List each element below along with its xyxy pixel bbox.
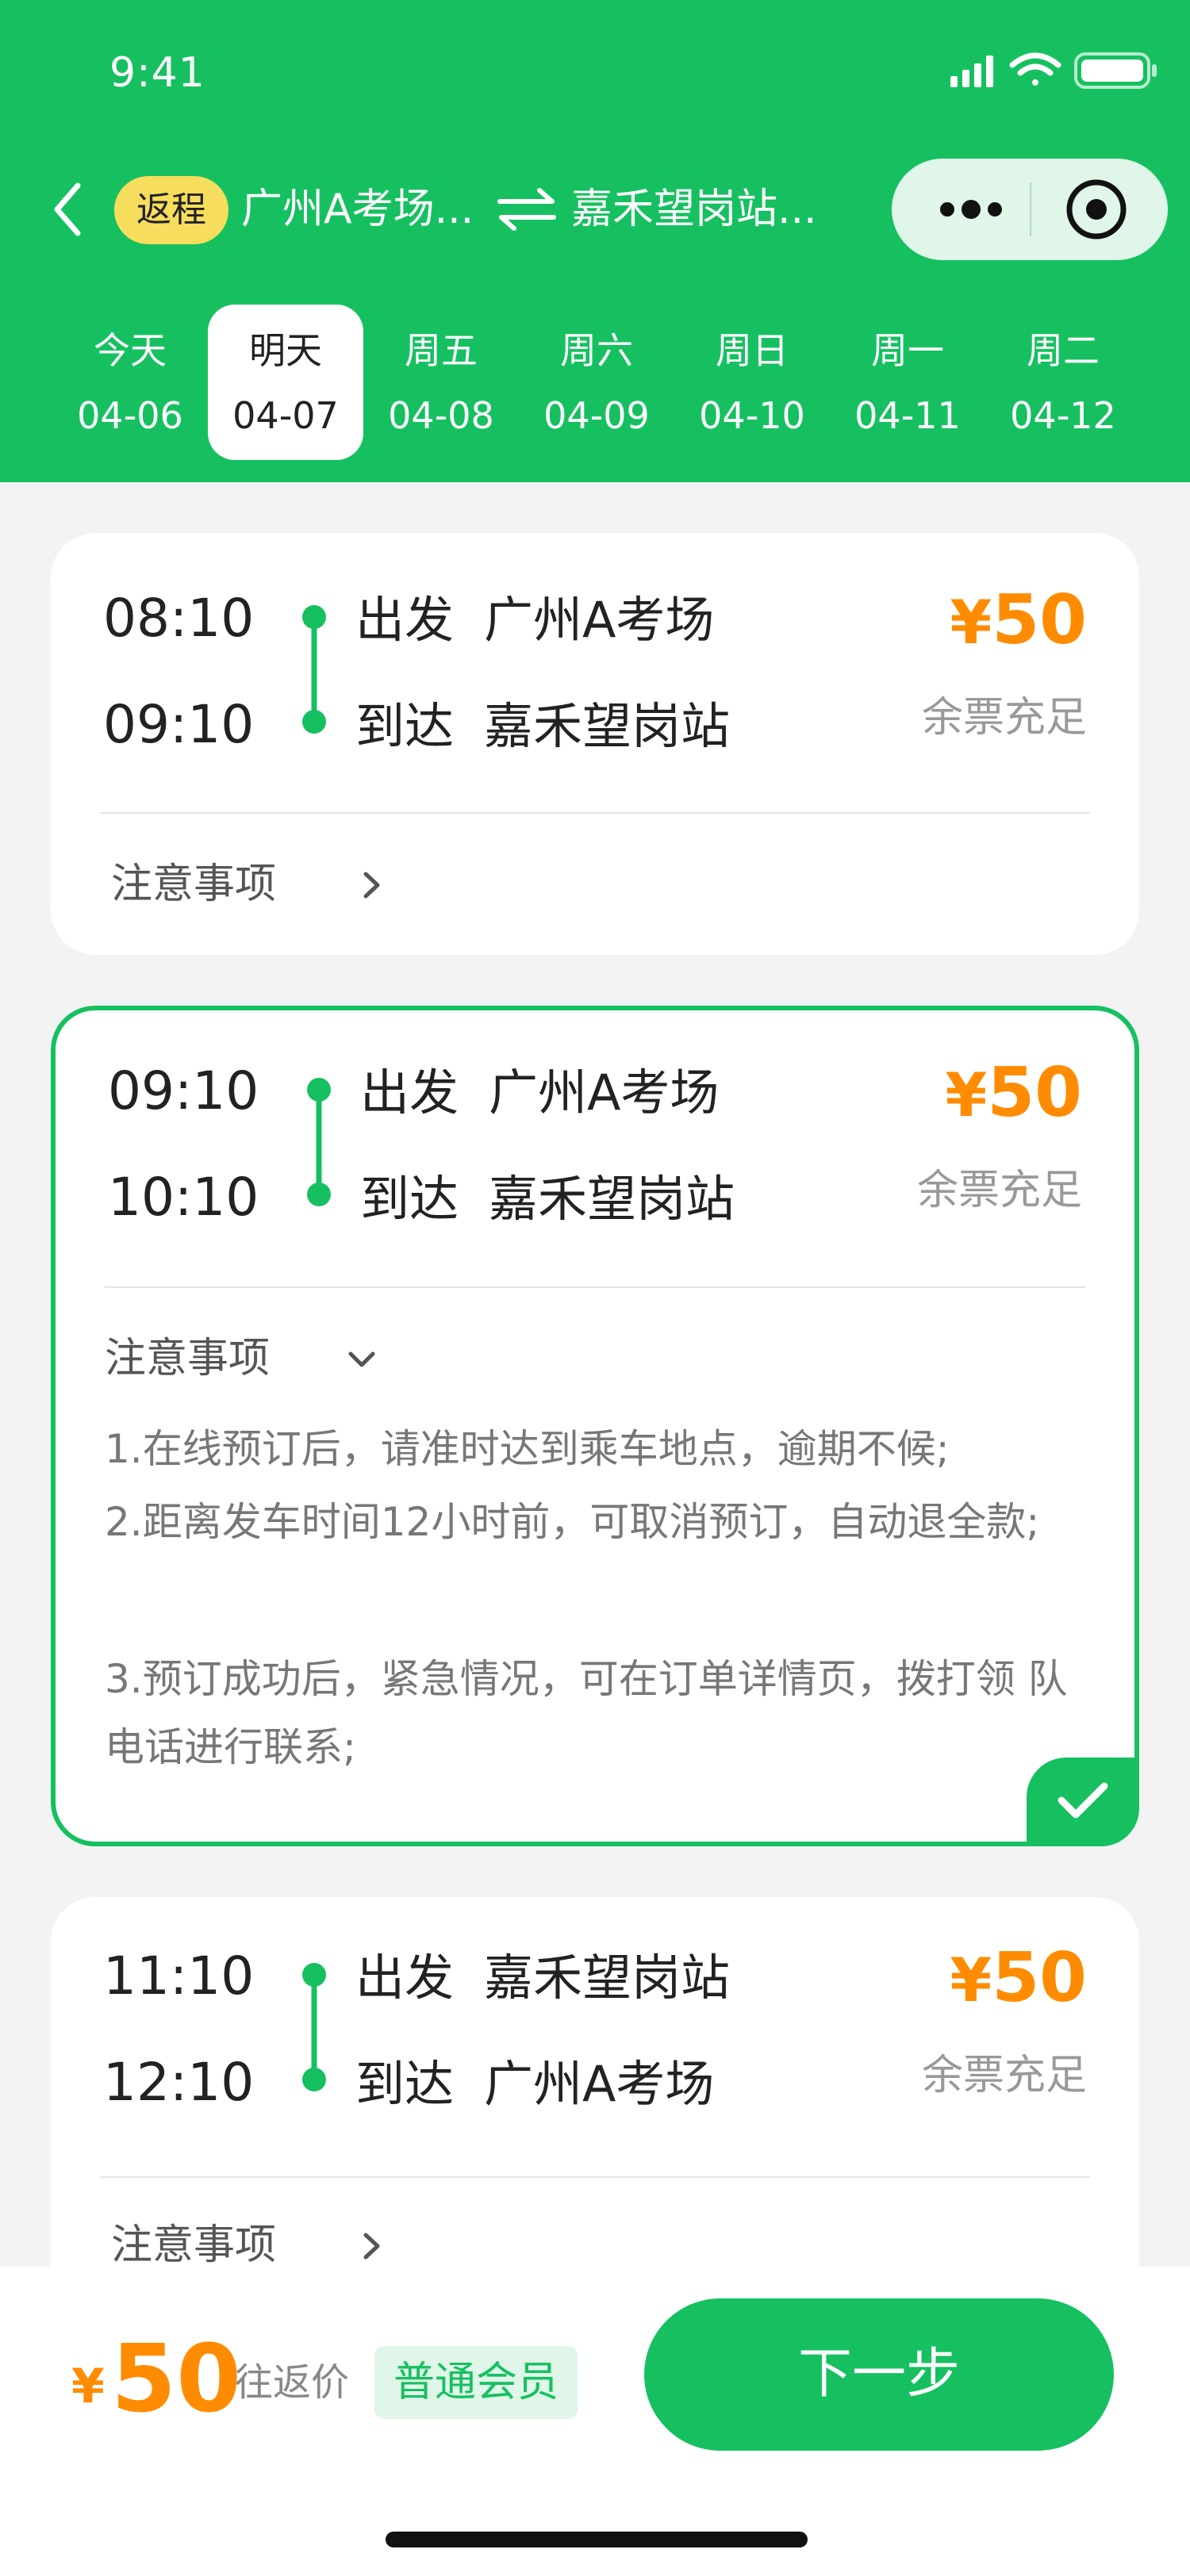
price-value: 50 <box>992 581 1087 660</box>
availability-status: 余票充足 <box>921 694 1087 742</box>
route-to[interactable]: 嘉禾望岗站... <box>571 181 841 238</box>
signal-icon <box>950 56 993 87</box>
wifi-icon <box>1009 52 1061 86</box>
date-tab-2[interactable]: 周五 04-08 <box>363 305 519 460</box>
date-tab-date: 04-07 <box>232 394 339 437</box>
notice-toggle[interactable]: 注意事项 <box>105 1331 270 1386</box>
depart-time: 11:10 <box>103 1945 255 2007</box>
availability-status: 余票充足 <box>921 2052 1087 2099</box>
date-tab-day: 周二 <box>1027 329 1100 372</box>
date-tab-day: 明天 <box>249 329 322 372</box>
total-label: 往返价 <box>235 2360 350 2405</box>
availability-status: 余票充足 <box>916 1167 1082 1214</box>
ticket-price: ¥50 <box>950 1938 1087 2020</box>
header: 9:41 返程 广州A考场... 嘉禾望岗站... 今天 04-06 明天 04… <box>0 0 1190 482</box>
arrive-time: 09:10 <box>103 694 255 755</box>
depart-station: 广州A考场 <box>489 1064 720 1121</box>
depart-station: 嘉禾望岗站 <box>484 1949 731 2007</box>
date-tab-day: 今天 <box>94 329 167 372</box>
arrive-station: 嘉禾望岗站 <box>484 697 731 755</box>
currency-symbol: ¥ <box>950 587 992 657</box>
home-indicator <box>386 2532 808 2547</box>
route-line-icon <box>302 1963 326 2091</box>
date-tab-date: 04-11 <box>854 394 961 437</box>
capsule-divider <box>1030 182 1031 236</box>
price-value: 50 <box>987 1053 1082 1133</box>
date-tab-date: 04-10 <box>699 394 805 437</box>
member-badge: 普通会员 <box>374 2346 578 2419</box>
trip-type-badge: 返程 <box>114 176 228 244</box>
notice-item: 2.距离发车时间12小时前，可取消预订，自动退全款; <box>105 1499 1040 1545</box>
depart-time: 08:10 <box>103 588 255 649</box>
close-target-icon[interactable] <box>1063 176 1130 243</box>
date-tab-day: 周五 <box>405 329 478 372</box>
date-tab-4[interactable]: 周日 04-10 <box>674 305 830 460</box>
date-tab-0[interactable]: 今天 04-06 <box>52 305 208 460</box>
next-step-button[interactable]: 下一步 <box>644 2298 1114 2451</box>
arrive-time: 12:10 <box>103 2052 255 2113</box>
depart-label: 出发 <box>355 591 455 649</box>
arrive-time: 10:10 <box>108 1167 259 1228</box>
date-tab-day: 周六 <box>560 329 633 372</box>
price-value: 50 <box>992 1938 1087 2018</box>
mini-program-capsule <box>892 159 1168 260</box>
arrive-label: 到达 <box>355 2055 455 2113</box>
currency-symbol: ¥ <box>950 1945 992 2015</box>
currency-symbol: ¥ <box>945 1060 988 1130</box>
trip-card-selected[interactable]: 09:10 10:10 出发 广州A考场 到达 嘉禾望岗站 ¥50 余票充足 注… <box>51 1006 1139 1846</box>
arrive-label: 到达 <box>355 697 455 755</box>
date-tab-day: 周一 <box>871 329 944 372</box>
chevron-down-icon[interactable] <box>346 1344 378 1375</box>
depart-station: 广州A考场 <box>484 591 715 649</box>
card-divider <box>105 1286 1085 1288</box>
status-time: 9:41 <box>109 49 205 97</box>
depart-label: 出发 <box>355 1949 455 2007</box>
back-arrow-icon[interactable] <box>46 178 94 241</box>
more-icon[interactable] <box>931 186 1011 233</box>
card-divider <box>100 2176 1090 2178</box>
notice-toggle[interactable]: 注意事项 <box>111 2218 276 2273</box>
date-tab-3[interactable]: 周六 04-09 <box>519 305 674 460</box>
status-icons <box>950 52 1157 89</box>
total-price: 50 <box>111 2324 242 2433</box>
check-icon <box>1058 1782 1108 1819</box>
route-line-icon <box>302 605 326 734</box>
arrive-station: 嘉禾望岗站 <box>489 1170 735 1228</box>
date-tab-date: 04-12 <box>1010 394 1116 437</box>
date-tab-day: 周日 <box>716 329 789 372</box>
notice-item: 1.在线预订后，请准时达到乘车地点，逾期不候; <box>105 1426 950 1472</box>
bottom-bar: ¥ 50 往返价 普通会员 下一步 <box>0 2267 1190 2576</box>
ticket-price: ¥50 <box>950 581 1087 662</box>
depart-time: 09:10 <box>108 1060 259 1121</box>
route-from[interactable]: 广州A考场... <box>241 181 495 238</box>
depart-label: 出发 <box>360 1064 459 1121</box>
date-tab-date: 04-08 <box>388 394 494 437</box>
notice-toggle[interactable]: 注意事项 <box>111 857 276 912</box>
selected-check-badge <box>1027 1758 1139 1846</box>
swap-route-icon[interactable] <box>495 186 559 233</box>
battery-icon <box>1074 52 1157 89</box>
date-tab-date: 04-09 <box>543 394 650 437</box>
chevron-right-icon[interactable] <box>355 869 387 901</box>
arrive-label: 到达 <box>360 1170 459 1228</box>
route-line-icon <box>307 1078 331 1206</box>
card-divider <box>100 812 1090 814</box>
chevron-right-icon[interactable] <box>355 2230 387 2262</box>
trip-card[interactable]: 11:10 12:10 出发 嘉禾望岗站 到达 广州A考场 ¥50 余票充足 注… <box>51 1897 1139 2319</box>
date-tab-date: 04-06 <box>77 394 183 437</box>
total-currency: ¥ <box>71 2359 105 2414</box>
date-tab-5[interactable]: 周一 04-11 <box>830 305 985 460</box>
arrive-station: 广州A考场 <box>484 2055 715 2113</box>
notice-item: 3.预订成功后，紧急情况，可在订单详情页，拨打领 队电话进行联系; <box>105 1656 1068 1770</box>
date-tab-1[interactable]: 明天 04-07 <box>208 305 363 460</box>
ticket-price: ¥50 <box>945 1053 1082 1135</box>
trip-card[interactable]: 08:10 09:10 出发 广州A考场 到达 嘉禾望岗站 ¥50 余票充足 注… <box>51 533 1139 955</box>
date-tab-6[interactable]: 周二 04-12 <box>985 305 1141 460</box>
